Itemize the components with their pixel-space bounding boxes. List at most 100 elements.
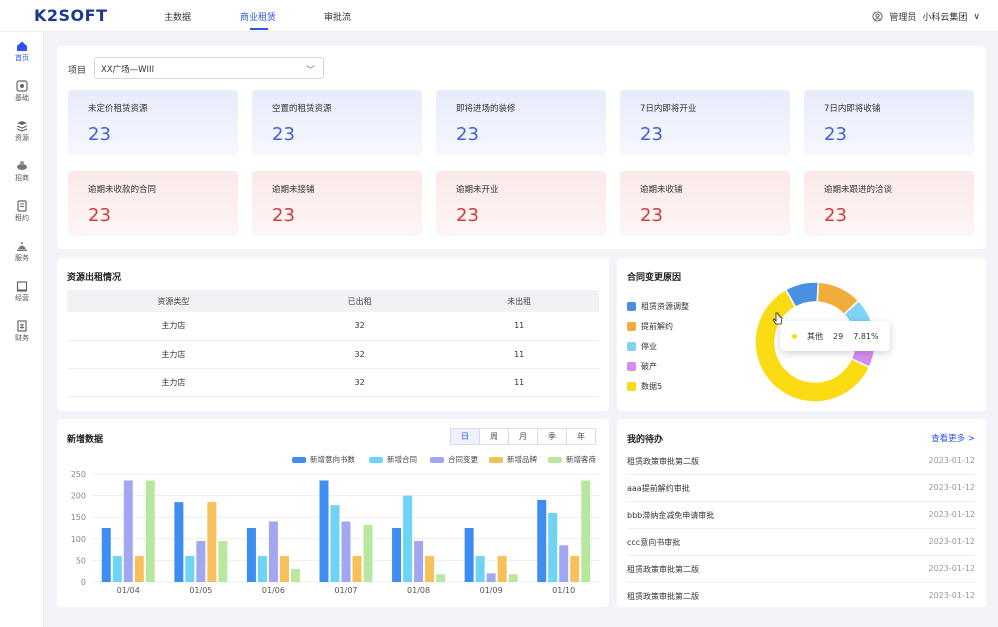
bar[interactable] xyxy=(257,556,267,582)
legend-item[interactable]: 停业 xyxy=(627,341,657,352)
bar-legend-item[interactable]: 新增合同 xyxy=(369,454,417,465)
bar[interactable] xyxy=(414,540,424,582)
table-header-row: 资源类型 已出租 未出租 xyxy=(67,290,599,312)
bar[interactable] xyxy=(246,528,256,582)
todo-item[interactable]: aaa提前解约审批 2023-01-12 xyxy=(627,475,975,502)
todo-date: 2023-01-12 xyxy=(928,510,976,519)
sidebar-item-resource[interactable]: 资源 xyxy=(0,120,44,150)
bar[interactable] xyxy=(112,556,122,582)
bar[interactable] xyxy=(403,495,413,582)
stat-title: 未定价租赁资源 xyxy=(88,104,148,114)
logo[interactable]: K2SOFT xyxy=(34,6,108,25)
bar[interactable] xyxy=(548,512,558,582)
bar[interactable] xyxy=(196,540,206,582)
bar[interactable] xyxy=(174,502,184,582)
stat-card[interactable]: 空置的租赁资源 23 xyxy=(252,90,422,155)
bar[interactable] xyxy=(218,540,228,582)
legend-item[interactable]: 提前解约 xyxy=(627,321,673,332)
nav-approval-flow[interactable]: 审批流 xyxy=(324,10,351,23)
bar[interactable] xyxy=(508,574,518,582)
stat-card[interactable]: 7日内即将收铺 23 xyxy=(804,90,974,155)
project-select[interactable]: XX广场—WIII ﹀ xyxy=(94,57,324,79)
bar-legend-item[interactable]: 新增意向书数 xyxy=(292,454,355,465)
finance-icon xyxy=(17,320,27,332)
todo-item[interactable]: 租赁政策审批第二版 2023-01-12 xyxy=(627,556,975,583)
stat-card[interactable]: 即将进场的装修 23 xyxy=(436,90,606,155)
table-cell: 11 xyxy=(439,340,599,369)
bar[interactable] xyxy=(363,524,373,582)
overdue-card[interactable]: 逾期未收铺 23 xyxy=(620,171,790,236)
legend-item[interactable]: 数据5 xyxy=(627,381,662,392)
legend-swatch xyxy=(489,456,503,463)
todo-name: bbb滞纳金减免申请审批 xyxy=(627,511,715,520)
bar[interactable] xyxy=(464,528,474,582)
user-menu[interactable]: 管理员 小科云集团 ∨ xyxy=(872,10,980,23)
stat-card[interactable]: 未定价租赁资源 23 xyxy=(68,90,238,155)
bar[interactable] xyxy=(425,556,435,582)
legend-item[interactable]: 破产 xyxy=(627,361,657,372)
period-day-button[interactable]: 日 xyxy=(450,428,480,445)
sidebar-item-finance[interactable]: 财务 xyxy=(0,320,44,350)
todo-item[interactable]: bbb滞纳金减免申请审批 2023-01-12 xyxy=(627,502,975,529)
bar-legend-item[interactable]: 合同变更 xyxy=(430,454,478,465)
bar[interactable] xyxy=(145,480,155,582)
bar[interactable] xyxy=(134,556,144,582)
bar[interactable] xyxy=(319,480,329,582)
table-cell: 主力店 xyxy=(67,368,280,397)
bar[interactable] xyxy=(290,569,300,582)
bar[interactable] xyxy=(330,505,340,582)
sidebar-item-lease[interactable]: 租约 xyxy=(0,200,44,230)
bar[interactable] xyxy=(352,556,362,582)
bar[interactable] xyxy=(436,574,446,582)
sidebar-label: 财务 xyxy=(15,334,29,342)
overdue-card[interactable]: 逾期未收款的合同 23 xyxy=(68,171,238,236)
sidebar-label: 基础 xyxy=(15,94,29,102)
legend-swatch xyxy=(627,342,636,351)
nav-master-data[interactable]: 主数据 xyxy=(164,10,191,23)
legend-label: 租赁资源调整 xyxy=(641,302,689,311)
period-week-button[interactable]: 周 xyxy=(479,428,509,445)
bar[interactable] xyxy=(475,556,485,582)
sidebar: 首页 基础 资源 招商 租约 服务 经营 财务 xyxy=(0,32,44,627)
sidebar-item-operation[interactable]: 经营 xyxy=(0,280,44,310)
bar-legend-item[interactable]: 新增品牌 xyxy=(489,454,537,465)
bar[interactable] xyxy=(486,573,496,582)
legend-swatch xyxy=(430,456,444,463)
bar[interactable] xyxy=(392,528,402,582)
overdue-card[interactable]: 逾期未跟进的洽谈 23 xyxy=(804,171,974,236)
period-year-button[interactable]: 年 xyxy=(566,428,596,445)
lease-icon xyxy=(17,200,27,212)
todo-item[interactable]: 租赁政策审批第二版 2023-01-12 xyxy=(627,583,975,610)
overdue-card[interactable]: 逾期未接铺 23 xyxy=(252,171,422,236)
todo-title: 我的待办 xyxy=(627,435,664,445)
legend-item[interactable]: 租赁资源调整 xyxy=(627,301,689,312)
todo-item[interactable]: 租赁政策审批第二版 2023-01-12 xyxy=(627,448,975,475)
bar[interactable] xyxy=(185,556,195,582)
bar[interactable] xyxy=(581,480,591,582)
y-tick-label: 200 xyxy=(71,492,86,501)
bar[interactable] xyxy=(123,480,133,582)
overdue-card[interactable]: 逾期未开业 23 xyxy=(436,171,606,236)
sidebar-item-service[interactable]: 服务 xyxy=(0,240,44,270)
period-quarter-button[interactable]: 季 xyxy=(537,428,567,445)
view-more-link[interactable]: 查看更多 > xyxy=(931,432,975,444)
bar[interactable] xyxy=(559,545,569,582)
bar[interactable] xyxy=(497,556,507,582)
sidebar-item-base[interactable]: 基础 xyxy=(0,80,44,110)
bar[interactable] xyxy=(207,502,217,582)
legend-swatch xyxy=(627,382,636,391)
todo-item[interactable]: ccc意向书审批 2023-01-12 xyxy=(627,529,975,556)
bar[interactable] xyxy=(570,556,580,582)
nav-commercial-lease[interactable]: 商业租赁 xyxy=(240,10,276,23)
bar[interactable] xyxy=(341,521,351,582)
sidebar-item-investment[interactable]: 招商 xyxy=(0,160,44,190)
bar-legend-item[interactable]: 新增客商 xyxy=(548,454,596,465)
table-cell: 主力店 xyxy=(67,312,280,341)
bar[interactable] xyxy=(279,556,289,582)
period-month-button[interactable]: 月 xyxy=(508,428,538,445)
sidebar-item-home[interactable]: 首页 xyxy=(0,40,44,70)
bar[interactable] xyxy=(268,521,278,582)
bar[interactable] xyxy=(537,499,547,582)
bar[interactable] xyxy=(101,528,111,582)
stat-card[interactable]: 7日内即将开业 23 xyxy=(620,90,790,155)
